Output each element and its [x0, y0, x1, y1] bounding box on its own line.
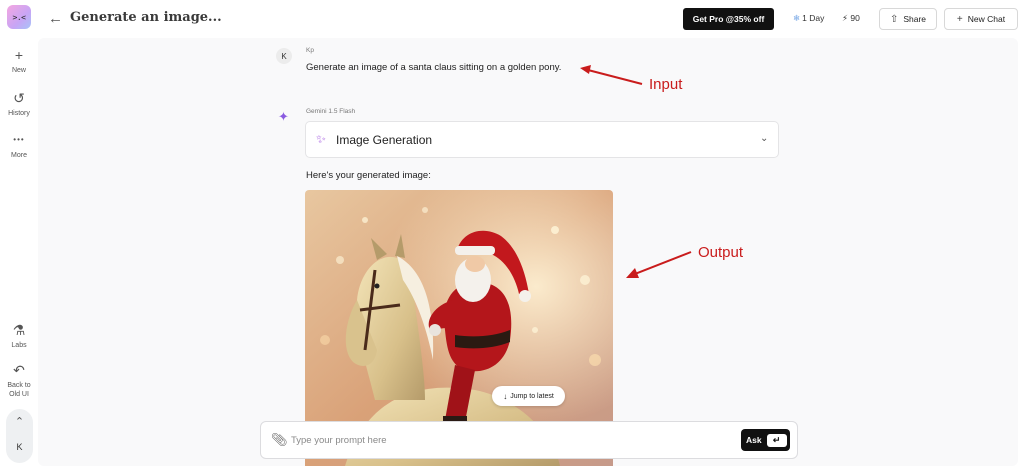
- input-annotation-label: Input: [649, 76, 683, 93]
- plus-icon: +: [14, 47, 24, 63]
- streak-label: 1 Day: [802, 13, 825, 23]
- sidebar-item-label: Labs: [11, 342, 27, 349]
- app-logo[interactable]: >.<: [7, 5, 31, 29]
- sidebar-item-more[interactable]: ••• More: [0, 132, 38, 160]
- ask-button[interactable]: Ask ↵: [741, 429, 790, 451]
- assistant-intro-text: Here's your generated image:: [306, 170, 431, 181]
- user-name: Kp: [306, 47, 314, 54]
- chevron-down-icon[interactable]: ⌄: [760, 133, 768, 144]
- flask-icon: ⚗: [12, 322, 26, 338]
- share-button[interactable]: ⇧ Share: [879, 8, 937, 30]
- paperclip-icon[interactable]: 📎︎: [271, 432, 288, 448]
- magic-sparkles-icon: ✨︎: [316, 132, 326, 146]
- snowflake-icon: ❄: [793, 13, 801, 23]
- prompt-composer: 📎︎ Ask ↵: [260, 421, 798, 459]
- jump-to-latest-button[interactable]: ↓ Jump to latest: [492, 386, 565, 406]
- arrow-down-icon: ↓: [503, 391, 508, 401]
- sidebar-item-label: Back to Old UI: [7, 382, 31, 398]
- model-name: Gemini 1.5 Flash: [306, 108, 356, 115]
- sidebar-item-labs[interactable]: ⚗ Labs: [0, 322, 38, 350]
- enter-key-icon: ↵: [766, 433, 787, 447]
- user-message: Generate an image of a santa claus sitti…: [306, 62, 562, 73]
- undo-icon: ↶: [13, 362, 25, 378]
- gemini-sparkle-icon: ✦: [278, 109, 289, 124]
- page-title: Generate an image...: [70, 10, 222, 25]
- more-icon: •••: [13, 135, 25, 144]
- new-chat-button[interactable]: + New Chat: [944, 8, 1018, 30]
- tool-card-label: Image Generation: [336, 133, 433, 147]
- upload-icon: ⇧: [889, 13, 899, 25]
- lightning-icon: ⚡︎: [842, 13, 848, 23]
- chat-panel: K Kp Generate an image of a santa claus …: [38, 38, 1018, 466]
- prompt-input[interactable]: [291, 430, 731, 450]
- sidebar-item-new[interactable]: + New: [0, 47, 38, 75]
- input-annotation-arrow: [580, 65, 643, 85]
- new-chat-label: New Chat: [967, 14, 1006, 24]
- credits-badge: ⚡︎ 90: [842, 13, 860, 24]
- output-annotation-arrow: [626, 251, 692, 278]
- ask-label: Ask: [746, 435, 762, 445]
- top-bar: ← Generate an image... Get Pro @35% off …: [38, 0, 1024, 38]
- image-generation-card[interactable]: ✨︎ Image Generation ⌄: [305, 121, 779, 158]
- share-label: Share: [903, 14, 927, 24]
- sidebar-item-label: History: [8, 110, 30, 117]
- profile-widget: ⌃ K: [6, 409, 33, 463]
- user-avatar: K: [276, 48, 292, 64]
- output-annotation-label: Output: [698, 244, 744, 261]
- back-arrow-icon[interactable]: ←: [48, 10, 63, 27]
- plus-icon: +: [956, 13, 963, 25]
- chevron-up-icon[interactable]: ⌃: [6, 415, 33, 428]
- jump-label: Jump to latest: [510, 392, 554, 400]
- profile-avatar[interactable]: K: [6, 442, 33, 452]
- sidebar-item-history[interactable]: ↺ History: [0, 90, 38, 118]
- sidebar-item-label: New: [11, 67, 26, 74]
- sidebar: >.< + New ↺ History ••• More ⚗ Labs ↶ Ba…: [0, 0, 38, 469]
- streak-badge: ❄ 1 Day: [793, 13, 824, 24]
- history-icon: ↺: [13, 90, 25, 106]
- logo-face: >.<: [12, 12, 26, 22]
- sidebar-item-back-to-old-ui[interactable]: ↶ Back to Old UI: [0, 362, 38, 399]
- app-root: >.< + New ↺ History ••• More ⚗ Labs ↶ Ba…: [0, 0, 1024, 469]
- sidebar-item-label: More: [11, 152, 27, 159]
- credits-count: 90: [850, 13, 860, 23]
- get-pro-button[interactable]: Get Pro @35% off: [683, 8, 774, 30]
